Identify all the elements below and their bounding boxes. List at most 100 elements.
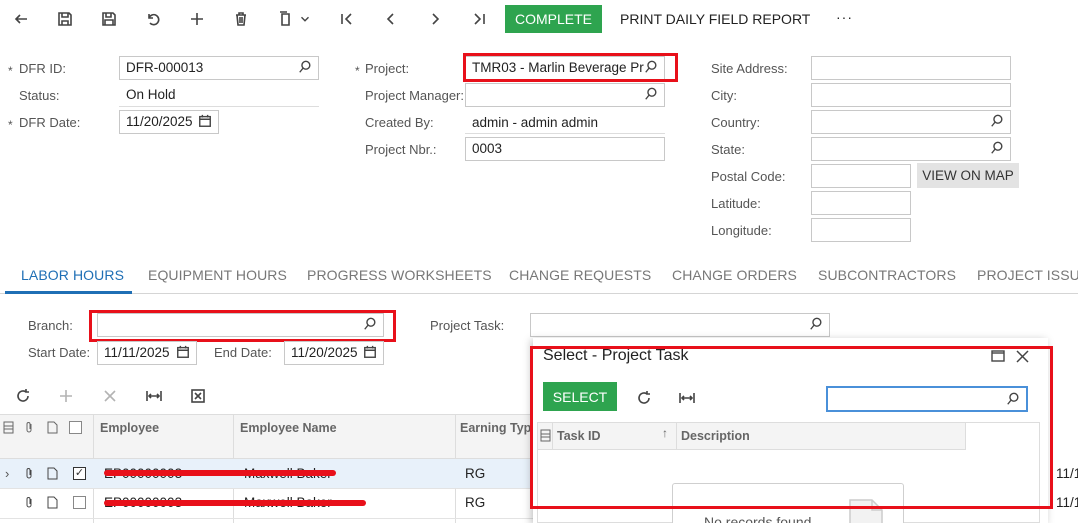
row-expand-icon[interactable]: › [5,466,9,481]
required-marker: * [8,118,13,132]
end-date-field[interactable]: 11/20/2025 [284,341,384,365]
note-icon[interactable] [47,496,58,512]
project-nbr-field[interactable]: 0003 [465,137,665,161]
project-nbr-label: Project Nbr.: [365,142,437,157]
no-records-text: No records found [704,514,812,523]
undo-icon[interactable] [142,8,164,30]
start-date-field[interactable]: 11/11/2025 [97,341,197,365]
save-draft-icon[interactable] [54,8,76,30]
fit-columns-icon[interactable] [143,385,165,407]
tab-change-orders[interactable]: CHANGE ORDERS [672,267,797,283]
branch-label: Branch: [28,318,73,333]
row-checkbox-checked[interactable]: ✓ [73,467,86,480]
site-address-label: Site Address: [711,61,788,76]
search-icon[interactable] [809,317,825,333]
delete-icon[interactable] [230,8,252,30]
chevron-down-icon[interactable] [298,8,312,30]
first-icon[interactable] [336,8,358,30]
site-address-field[interactable] [811,56,1011,80]
longitude-field[interactable] [811,218,911,242]
state-field[interactable] [811,137,1011,161]
latitude-field[interactable] [811,191,911,215]
redaction-mark [104,470,336,476]
country-label: Country: [711,115,761,130]
project-task-label: Project Task: [430,318,505,333]
add-icon[interactable] [186,8,208,30]
tab-divider [0,293,1078,294]
print-daily-field-report-button[interactable]: PRINT DAILY FIELD REPORT [620,11,810,27]
row-checkbox[interactable] [73,496,86,509]
search-icon[interactable] [990,114,1006,130]
tab-labor-hours[interactable]: LABOR HOURS [21,267,124,283]
latitude-label: Latitude: [711,196,761,211]
created-by-label: Created By: [365,115,434,130]
date-cell: 11/1 [1056,495,1078,510]
dfr-date-field[interactable]: 11/20/2025 [119,110,219,134]
state-label: State: [711,142,745,157]
project-label: Project: [365,61,410,76]
end-date-value: 11/20/2025 [291,345,358,360]
project-manager-field[interactable] [465,83,665,107]
highlight-box [463,53,678,82]
start-date-label: Start Date: [28,345,91,360]
highlight-box [530,346,1053,509]
calendar-icon[interactable] [198,114,214,130]
postal-code-label: Postal Code: [711,169,786,184]
city-label: City: [711,88,737,103]
delete-row-icon[interactable] [99,385,121,407]
project-manager-label: Project Manager: [365,88,464,103]
view-on-map-button[interactable]: VIEW ON MAP [917,163,1019,188]
refresh-icon[interactable] [12,385,34,407]
tab-project-issue[interactable]: PROJECT ISSUE [977,267,1078,283]
postal-code-field[interactable] [811,164,911,188]
end-date-label: End Date: [214,345,272,360]
search-icon[interactable] [990,141,1006,157]
attachment-icon [24,421,35,437]
project-task-field[interactable] [530,313,830,337]
dfr-date-value: 11/20/2025 [126,114,193,129]
tab-change-requests[interactable]: CHANGE REQUESTS [509,267,651,283]
calendar-icon[interactable] [363,345,379,361]
column-header-employee-name[interactable]: Employee Name [240,421,337,435]
column-header-earning-type[interactable]: Earning Type [460,421,538,435]
copy-icon[interactable] [274,8,296,30]
earning-type-cell: RG [465,495,486,510]
required-marker: * [355,64,360,78]
add-row-icon[interactable] [55,385,77,407]
country-field[interactable] [811,110,1011,134]
attachment-icon[interactable] [24,467,35,483]
dfr-id-value: DFR-000013 [126,60,204,75]
dfr-id-label: DFR ID: [19,61,66,76]
status-label: Status: [19,88,60,103]
last-icon[interactable] [468,8,490,30]
export-excel-icon[interactable] [187,385,209,407]
city-field[interactable] [811,83,1011,107]
status-value: On Hold [126,87,176,102]
select-all-checkbox[interactable] [69,421,82,434]
prev-icon[interactable] [380,8,402,30]
save-icon[interactable] [98,8,120,30]
search-icon[interactable] [644,87,660,103]
tab-progress-worksheets[interactable]: PROGRESS WORKSHEETS [307,267,492,283]
next-icon[interactable] [424,8,446,30]
complete-button[interactable]: COMPLETE [505,5,602,33]
tab-active-indicator [5,291,132,294]
date-cell: 11/1 [1056,466,1078,481]
redaction-mark [104,500,366,506]
dfr-id-field[interactable]: DFR-000013 [119,56,319,80]
project-nbr-value: 0003 [472,141,503,156]
tab-equipment-hours[interactable]: EQUIPMENT HOURS [148,267,287,283]
note-icon[interactable] [47,467,58,483]
row-settings-icon[interactable] [3,421,14,437]
highlight-box [89,310,396,342]
calendar-icon[interactable] [176,345,192,361]
attachment-icon[interactable] [24,496,35,512]
earning-type-cell: RG [465,466,486,481]
start-date-value: 11/11/2025 [104,345,170,360]
search-icon[interactable] [298,60,314,76]
more-menu-button[interactable]: ··· [836,9,853,25]
tab-subcontractors[interactable]: SUBCONTRACTORS [818,267,956,283]
column-header-employee[interactable]: Employee [100,421,159,435]
back-icon[interactable] [10,8,32,30]
required-marker: * [8,64,13,78]
